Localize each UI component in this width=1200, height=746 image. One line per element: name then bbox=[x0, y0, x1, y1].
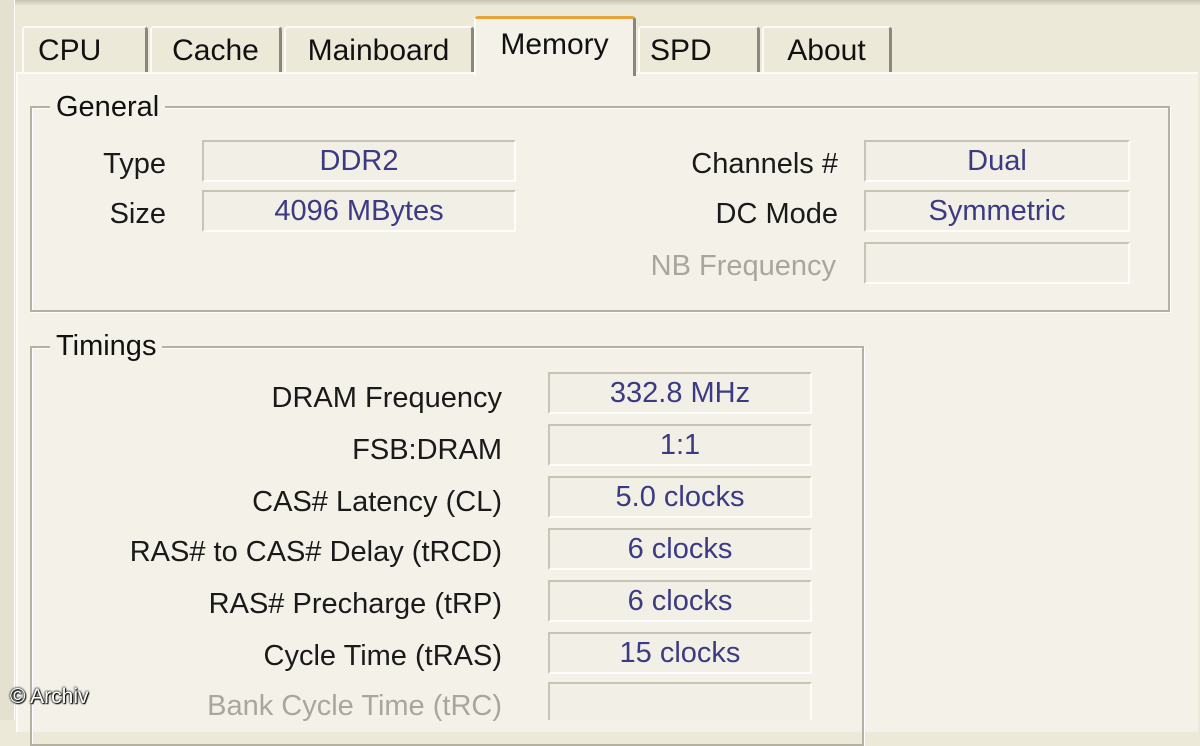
cycle-time-field: 15 clocks bbox=[548, 632, 812, 674]
tab-memory[interactable]: Memory bbox=[474, 16, 636, 76]
tab-cpu[interactable]: CPU bbox=[22, 26, 148, 74]
channels-label: Channels # bbox=[691, 148, 838, 180]
nb-frequency-label: NB Frequency bbox=[650, 250, 836, 282]
type-field: DDR2 bbox=[202, 140, 516, 182]
tab-about[interactable]: About bbox=[762, 26, 892, 74]
ras-to-cas-delay-label: RAS# to CAS# Delay (tRCD) bbox=[129, 536, 502, 568]
tab-cache[interactable]: Cache bbox=[150, 26, 282, 74]
bank-cycle-time-field bbox=[548, 682, 812, 720]
nb-frequency-field bbox=[864, 242, 1130, 284]
tab-mainboard[interactable]: Mainboard bbox=[284, 26, 474, 74]
general-group-title: General bbox=[50, 90, 166, 124]
dram-frequency-field: 332.8 MHz bbox=[548, 372, 812, 414]
ras-to-cas-delay-field: 6 clocks bbox=[548, 528, 812, 570]
type-label: Type bbox=[103, 148, 166, 180]
cpuz-window: CPU Cache Mainboard Memory SPD About Gen… bbox=[0, 0, 1200, 746]
dc-mode-field: Symmetric bbox=[864, 190, 1130, 232]
timings-group-title: Timings bbox=[50, 329, 163, 363]
cas-latency-field: 5.0 clocks bbox=[548, 476, 812, 518]
ras-precharge-label: RAS# Precharge (tRP) bbox=[208, 588, 502, 620]
cas-latency-label: CAS# Latency (CL) bbox=[252, 486, 502, 518]
dram-frequency-label: DRAM Frequency bbox=[271, 382, 502, 414]
size-label: Size bbox=[109, 198, 166, 230]
window-top-edge bbox=[0, 0, 1200, 6]
size-field: 4096 MBytes bbox=[202, 190, 516, 232]
channels-field: Dual bbox=[864, 140, 1130, 182]
tab-spd[interactable]: SPD bbox=[638, 26, 760, 74]
window-left-edge bbox=[0, 0, 15, 720]
dc-mode-label: DC Mode bbox=[715, 198, 839, 230]
cycle-time-label: Cycle Time (tRAS) bbox=[263, 640, 502, 672]
fsb-dram-label: FSB:DRAM bbox=[352, 434, 502, 466]
copyright-watermark: © Archiv bbox=[10, 685, 89, 708]
ras-precharge-field: 6 clocks bbox=[548, 580, 812, 622]
fsb-dram-field: 1:1 bbox=[548, 424, 812, 466]
bank-cycle-time-label: Bank Cycle Time (tRC) bbox=[207, 690, 502, 722]
